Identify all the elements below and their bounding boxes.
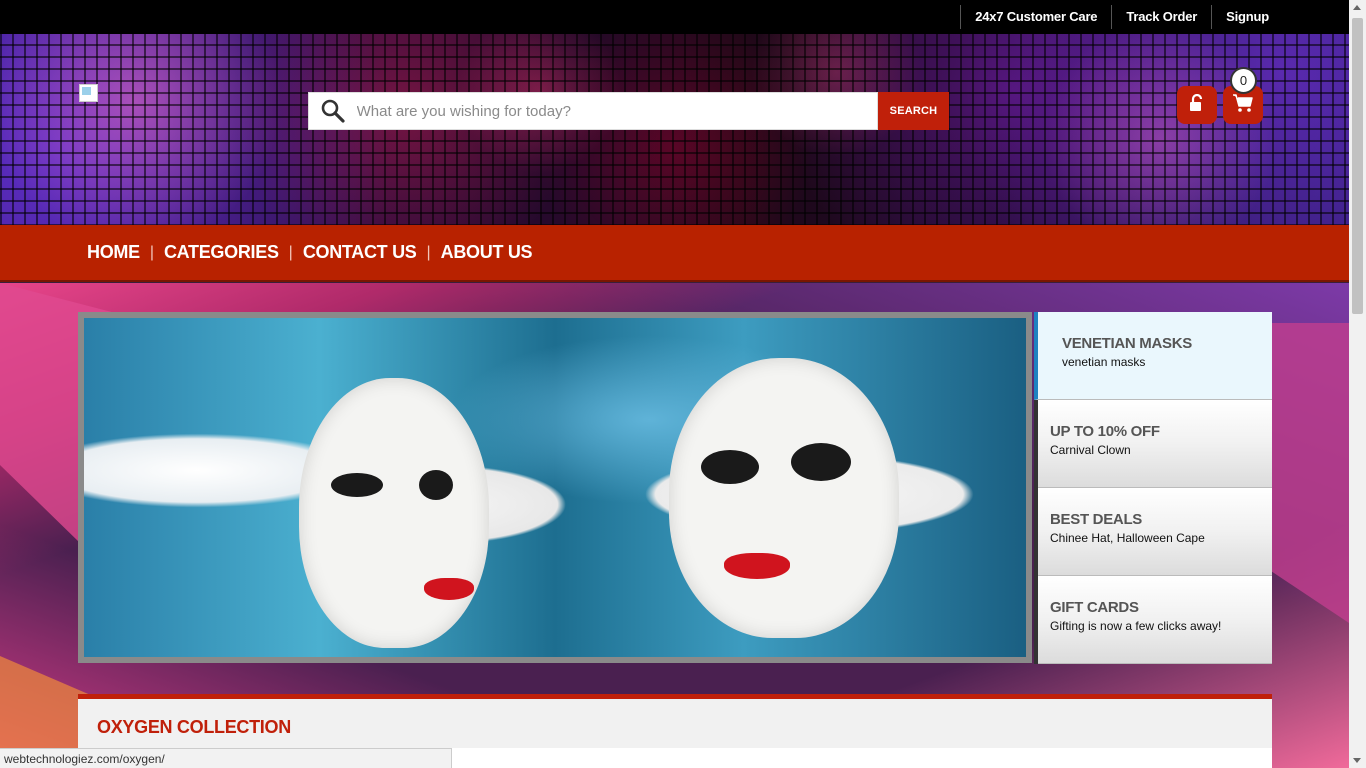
- mask-right: [669, 358, 899, 638]
- slider-tab-gift-cards[interactable]: GIFT CARDS Gifting is now a few clicks a…: [1038, 576, 1272, 664]
- slider-tab-venetian-masks[interactable]: VENETIAN MASKS venetian masks: [1034, 312, 1272, 400]
- search-bar: SEARCH: [308, 92, 949, 130]
- mask-lips: [424, 578, 474, 600]
- main-nav: HOME | CATEGORIES | CONTACT US | ABOUT U…: [0, 225, 1349, 282]
- slider-tab-subtitle: Gifting is now a few clicks away!: [1050, 619, 1222, 633]
- status-bar-url: webtechnologiez.com/oxygen/: [0, 748, 452, 768]
- slider-tab-subtitle: venetian masks: [1062, 355, 1146, 369]
- nav-home[interactable]: HOME: [87, 242, 140, 263]
- mask-eye: [331, 473, 383, 497]
- slider-tabs: VENETIAN MASKS venetian masks UP TO 10% …: [1034, 312, 1272, 664]
- nav-categories[interactable]: CATEGORIES: [164, 242, 279, 263]
- slider-tab-discount[interactable]: UP TO 10% OFF Carnival Clown: [1038, 400, 1272, 488]
- nav-separator: |: [426, 243, 431, 261]
- mask-lips: [724, 553, 790, 579]
- nav-contact-us[interactable]: CONTACT US: [303, 242, 417, 263]
- top-links: 24x7 Customer Care Track Order Signup: [960, 0, 1269, 34]
- search-icon: [309, 98, 357, 124]
- track-order-link[interactable]: Track Order: [1111, 5, 1211, 29]
- collection-title: OXYGEN COLLECTION: [97, 717, 291, 737]
- slider-tab-title: UP TO 10% OFF: [1050, 423, 1160, 440]
- slider-tab-title: BEST DEALS: [1050, 511, 1143, 528]
- slide-image[interactable]: [84, 318, 1026, 657]
- slider-tab-best-deals[interactable]: BEST DEALS Chinee Hat, Halloween Cape: [1038, 488, 1272, 576]
- scrollbar-thumb[interactable]: [1352, 18, 1363, 314]
- search-input[interactable]: [356, 93, 877, 129]
- signup-link[interactable]: Signup: [1211, 5, 1269, 29]
- mask-eye: [791, 443, 851, 481]
- mask-eye: [419, 470, 453, 500]
- nav-about-us[interactable]: ABOUT US: [441, 242, 533, 263]
- cart-icon: [1232, 93, 1254, 118]
- cart-count-badge: 0: [1230, 67, 1257, 94]
- slider-tab-title: VENETIAN MASKS: [1062, 335, 1192, 352]
- customer-care-link[interactable]: 24x7 Customer Care: [960, 5, 1111, 29]
- nav-separator: |: [288, 243, 293, 261]
- scroll-up-icon[interactable]: [1353, 5, 1361, 10]
- login-button[interactable]: [1177, 86, 1217, 124]
- slider-tab-subtitle: Carnival Clown: [1050, 443, 1131, 457]
- unlock-icon: [1188, 93, 1206, 117]
- slider-tab-title: GIFT CARDS: [1050, 599, 1139, 616]
- scroll-down-icon[interactable]: [1353, 758, 1361, 763]
- nav-separator: |: [149, 243, 154, 261]
- mask-eye: [701, 450, 759, 484]
- search-button[interactable]: SEARCH: [878, 92, 949, 130]
- mask-left: [299, 378, 489, 648]
- logo-broken-image-icon[interactable]: [79, 84, 98, 102]
- slider-tab-subtitle: Chinee Hat, Halloween Cape: [1050, 531, 1205, 545]
- page-scrollbar[interactable]: [1349, 0, 1366, 768]
- hero-slider[interactable]: [78, 312, 1032, 663]
- top-bar: 24x7 Customer Care Track Order Signup: [0, 0, 1349, 34]
- search-box: [308, 92, 878, 130]
